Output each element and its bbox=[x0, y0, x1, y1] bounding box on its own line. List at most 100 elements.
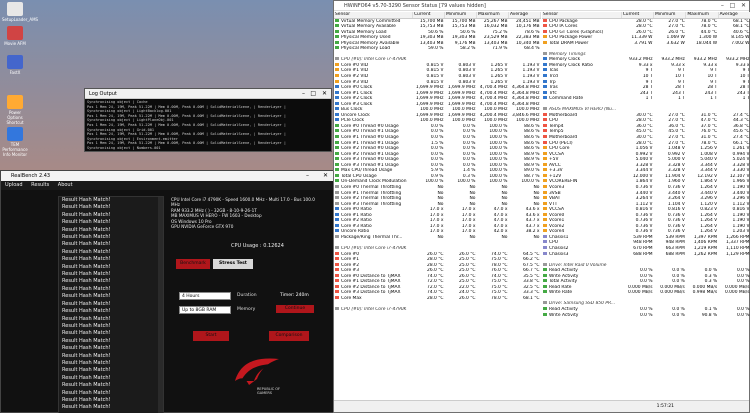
list-item[interactable]: Result Hash Match! bbox=[59, 404, 163, 411]
sensor-value bbox=[476, 307, 508, 313]
list-item[interactable]: Result Hash Match! bbox=[59, 278, 163, 285]
sensor-icon bbox=[543, 57, 547, 61]
realbench-window: RealBench 2.43 – ✕ Upload Results About … bbox=[0, 170, 334, 413]
sensor-name: CPU bbox=[549, 118, 558, 124]
desktop-icon-label: TEM Performance Info Monitor bbox=[2, 142, 28, 157]
sensor-name: VTT bbox=[549, 201, 558, 207]
list-item[interactable]: Result Hash Match! bbox=[59, 330, 163, 337]
comparison-button[interactable]: Comparison bbox=[269, 331, 309, 341]
sensor-name: Core #2 Clock bbox=[341, 96, 373, 102]
menu-about[interactable]: About bbox=[58, 182, 73, 188]
group-icon bbox=[543, 301, 547, 305]
sensor-icon bbox=[543, 118, 547, 122]
group-icon bbox=[335, 57, 339, 61]
sensor-name: CPU [#0]: Intel Core i7-4790K bbox=[341, 306, 407, 312]
duration-select[interactable]: 4 Hours bbox=[179, 292, 231, 300]
list-item[interactable]: Result Hash Match! bbox=[59, 345, 163, 352]
realbench-menubar: Upload Results About bbox=[1, 181, 333, 190]
list-item[interactable]: Result Hash Match! bbox=[59, 212, 163, 219]
list-item[interactable]: Result Hash Match! bbox=[59, 338, 163, 345]
sensor-name: CPU Core bbox=[549, 146, 570, 152]
sensor-name: Core #3 VID bbox=[341, 79, 369, 85]
desktop-icon-power[interactable]: Power Options Shortcut bbox=[2, 95, 28, 125]
list-item[interactable]: Result Hash Match! bbox=[59, 227, 163, 234]
list-item[interactable]: Result Hash Match! bbox=[59, 241, 163, 248]
list-item[interactable]: Result Hash Match! bbox=[59, 390, 163, 397]
maximize-icon[interactable]: □ bbox=[730, 2, 736, 9]
list-item[interactable]: Result Hash Match! bbox=[59, 286, 163, 293]
start-button[interactable]: Start bbox=[193, 331, 229, 341]
list-item[interactable]: Result Hash Match! bbox=[59, 271, 163, 278]
sensor-icon bbox=[335, 273, 339, 277]
sensor-table-right: Sensor Current Minimum Maximum Average CPU Pa… bbox=[542, 12, 750, 318]
sensor-name: Core #2 VID bbox=[341, 74, 369, 80]
memory-label: Memory bbox=[237, 307, 256, 312]
list-item[interactable]: Result Hash Match! bbox=[59, 353, 163, 360]
list-item[interactable]: Result Hash Match! bbox=[59, 397, 163, 404]
minimize-icon[interactable]: – bbox=[302, 90, 305, 97]
sensor-value: 1,699.9 MHz bbox=[415, 85, 444, 91]
results-list[interactable]: Result Hash Match! Result Hash Match! Resu… bbox=[58, 196, 164, 413]
sensor-icon bbox=[543, 229, 547, 233]
sensor-icon bbox=[543, 24, 547, 28]
menu-upload[interactable]: Upload bbox=[5, 182, 23, 188]
table-row[interactable]: Write Activity 0.0 % 0.0 % 90.8 % 0.0 % bbox=[542, 312, 750, 319]
list-item[interactable]: Result Hash Match! bbox=[59, 219, 163, 226]
timer-continue-button[interactable]: Continue bbox=[276, 305, 314, 313]
desktop-icon-fastx[interactable]: FastX bbox=[2, 55, 28, 75]
sensor-icon bbox=[543, 173, 547, 177]
minimize-icon[interactable]: – bbox=[721, 2, 724, 9]
sensor-name: Core #1 Ratio bbox=[341, 212, 372, 218]
sensor-name: Trcd bbox=[549, 74, 558, 80]
close-icon[interactable]: ✕ bbox=[741, 2, 746, 9]
list-item[interactable]: Result Hash Match! bbox=[59, 204, 163, 211]
scrollbar[interactable] bbox=[158, 197, 163, 413]
list-item[interactable]: Result Hash Match! bbox=[59, 367, 163, 374]
sensor-icon bbox=[335, 40, 339, 44]
menu-results[interactable]: Results bbox=[31, 182, 49, 188]
sensor-icon bbox=[335, 218, 339, 222]
sensor-name: Temp5 bbox=[549, 129, 564, 135]
minimize-icon[interactable]: – bbox=[306, 172, 309, 179]
list-item[interactable]: Result Hash Match! bbox=[59, 308, 163, 315]
sensor-name: CPU [#0]: Intel Core i7-4790K bbox=[341, 245, 407, 251]
app-icon bbox=[7, 95, 23, 109]
sensor-icon bbox=[543, 123, 547, 127]
list-item[interactable]: Result Hash Match! bbox=[59, 375, 163, 382]
close-icon[interactable]: ✕ bbox=[323, 172, 328, 179]
sensor-icon bbox=[335, 35, 339, 39]
sensor-icon bbox=[543, 207, 547, 211]
benchmark-button[interactable]: Benchmark bbox=[176, 259, 210, 269]
sensor-name: Motherboard bbox=[549, 112, 578, 118]
list-item[interactable]: Result Hash Match! bbox=[59, 249, 163, 256]
list-item[interactable]: Result Hash Match! bbox=[59, 360, 163, 367]
list-item[interactable]: Result Hash Match! bbox=[59, 264, 163, 271]
sensor-name: Core #0 Thread #0 Usage bbox=[341, 123, 399, 129]
sensor-name: Read Rate bbox=[549, 284, 572, 290]
sensor-icon bbox=[335, 184, 339, 188]
list-item[interactable]: Result Hash Match! bbox=[59, 197, 163, 204]
list-item[interactable]: Result Hash Match! bbox=[59, 382, 163, 389]
memory-select[interactable]: Up to 8GB RAM bbox=[179, 306, 231, 314]
desktop-icon-setuploader[interactable]: SetupLoader_AMS bbox=[2, 2, 38, 22]
list-item[interactable]: Result Hash Match! bbox=[59, 316, 163, 323]
list-item[interactable]: Result Hash Match! bbox=[59, 301, 163, 308]
table-row[interactable]: CPU [#0]: Intel Core i7-4790K bbox=[334, 306, 541, 313]
sensor-pane-right[interactable]: Sensor Current Minimum Maximum Average CPU Pa… bbox=[542, 12, 750, 402]
list-item[interactable]: Result Hash Match! bbox=[59, 293, 163, 300]
list-item[interactable]: Result Hash Match! bbox=[59, 234, 163, 241]
desktop-icon-movie[interactable]: Movie AFM bbox=[2, 26, 28, 46]
list-item[interactable]: Result Hash Match! bbox=[59, 323, 163, 330]
sensor-icon bbox=[543, 146, 547, 150]
sensor-name: Virtual Memory Committed bbox=[341, 18, 401, 24]
desktop-icon-tem[interactable]: TEM Performance Info Monitor bbox=[2, 127, 28, 157]
log-output-window: Log Output – □ ✕ Synchronising object | … bbox=[84, 88, 332, 152]
maximize-icon[interactable]: □ bbox=[310, 90, 316, 97]
sensor-name: Core #1 Clock bbox=[341, 90, 373, 96]
list-item[interactable]: Result Hash Match! bbox=[59, 256, 163, 263]
sensor-pane-left[interactable]: Sensor Current Minimum Maximum Average Virtua… bbox=[334, 12, 541, 402]
close-icon[interactable]: ✕ bbox=[322, 90, 327, 97]
sensor-icon bbox=[543, 96, 547, 100]
sensor-name: Total CPU Usage bbox=[341, 173, 377, 179]
stress-test-button[interactable]: Stress Test bbox=[213, 259, 253, 269]
